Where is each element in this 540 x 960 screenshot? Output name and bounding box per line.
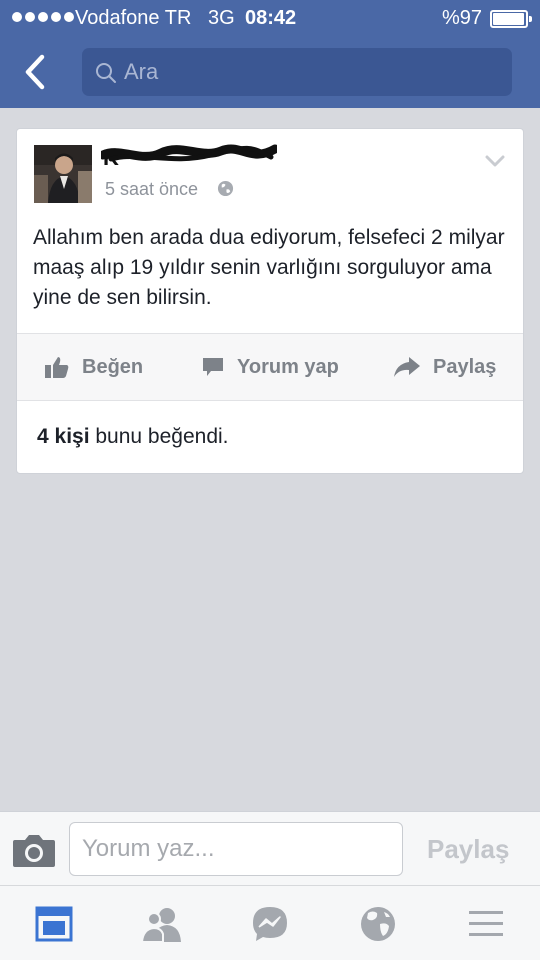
messenger-icon <box>253 907 287 941</box>
bottom-tab-bar <box>0 885 540 960</box>
signal-strength-icon <box>12 12 74 22</box>
avatar[interactable] <box>34 145 92 203</box>
search-input[interactable] <box>124 48 494 96</box>
globe-icon <box>361 907 395 941</box>
tab-friend-requests[interactable] <box>140 904 181 944</box>
post-comment-button[interactable]: Paylaş <box>427 834 509 865</box>
comment-bubble-icon <box>203 358 223 376</box>
post-card: K 5 saat önce Allahım ben arada dua ediy… <box>16 128 524 474</box>
post-timestamp: 5 saat önce <box>105 179 199 199</box>
comment-input[interactable] <box>69 822 403 876</box>
likes-count: 4 kişi <box>37 425 90 448</box>
public-globe-icon <box>217 180 234 197</box>
battery-icon <box>490 10 532 28</box>
chevron-down-icon[interactable] <box>485 155 505 169</box>
status-bar: Vodafone TR 3G 08:42 %97 <box>0 0 540 36</box>
news-feed-icon <box>35 906 73 942</box>
camera-icon <box>13 835 55 867</box>
back-button[interactable] <box>18 52 58 92</box>
top-header: Vodafone TR 3G 08:42 %97 <box>0 0 540 108</box>
comment-button[interactable]: Yorum yap <box>201 334 339 400</box>
battery-percentage: %97 <box>442 7 483 29</box>
menu-icon <box>469 911 503 936</box>
likes-summary[interactable]: 4 kişi bunu beğendi. <box>37 425 229 449</box>
share-button[interactable]: Paylaş <box>393 334 496 400</box>
status-time: 08:42 <box>245 7 297 29</box>
friends-icon <box>140 908 181 943</box>
tab-notifications[interactable] <box>358 904 398 944</box>
comment-label: Yorum yap <box>237 355 339 378</box>
thumbs-up-icon <box>45 357 69 378</box>
chevron-left-icon <box>25 54 45 90</box>
share-arrow-icon <box>394 357 420 377</box>
post-body-text: Allahım ben arada dua ediyorum, felsefec… <box>33 226 505 309</box>
tab-news-feed[interactable] <box>34 904 74 944</box>
profile-photo <box>34 145 92 203</box>
carrier-name: Vodafone TR <box>75 7 192 29</box>
redaction-scribble <box>101 144 277 162</box>
tab-more[interactable] <box>466 904 506 944</box>
comment-composer: Paylaş <box>0 811 540 885</box>
post-action-bar: Beğen Yorum yap Paylaş <box>17 333 523 401</box>
tab-messages[interactable] <box>250 904 290 944</box>
like-button[interactable]: Beğen <box>44 334 143 400</box>
camera-button[interactable] <box>12 832 56 868</box>
search-bar[interactable] <box>82 48 512 96</box>
share-label: Paylaş <box>433 355 497 378</box>
likes-suffix: bunu beğendi. <box>89 425 229 448</box>
search-icon <box>96 63 116 83</box>
network-type: 3G <box>208 7 235 29</box>
like-label: Beğen <box>82 355 144 378</box>
